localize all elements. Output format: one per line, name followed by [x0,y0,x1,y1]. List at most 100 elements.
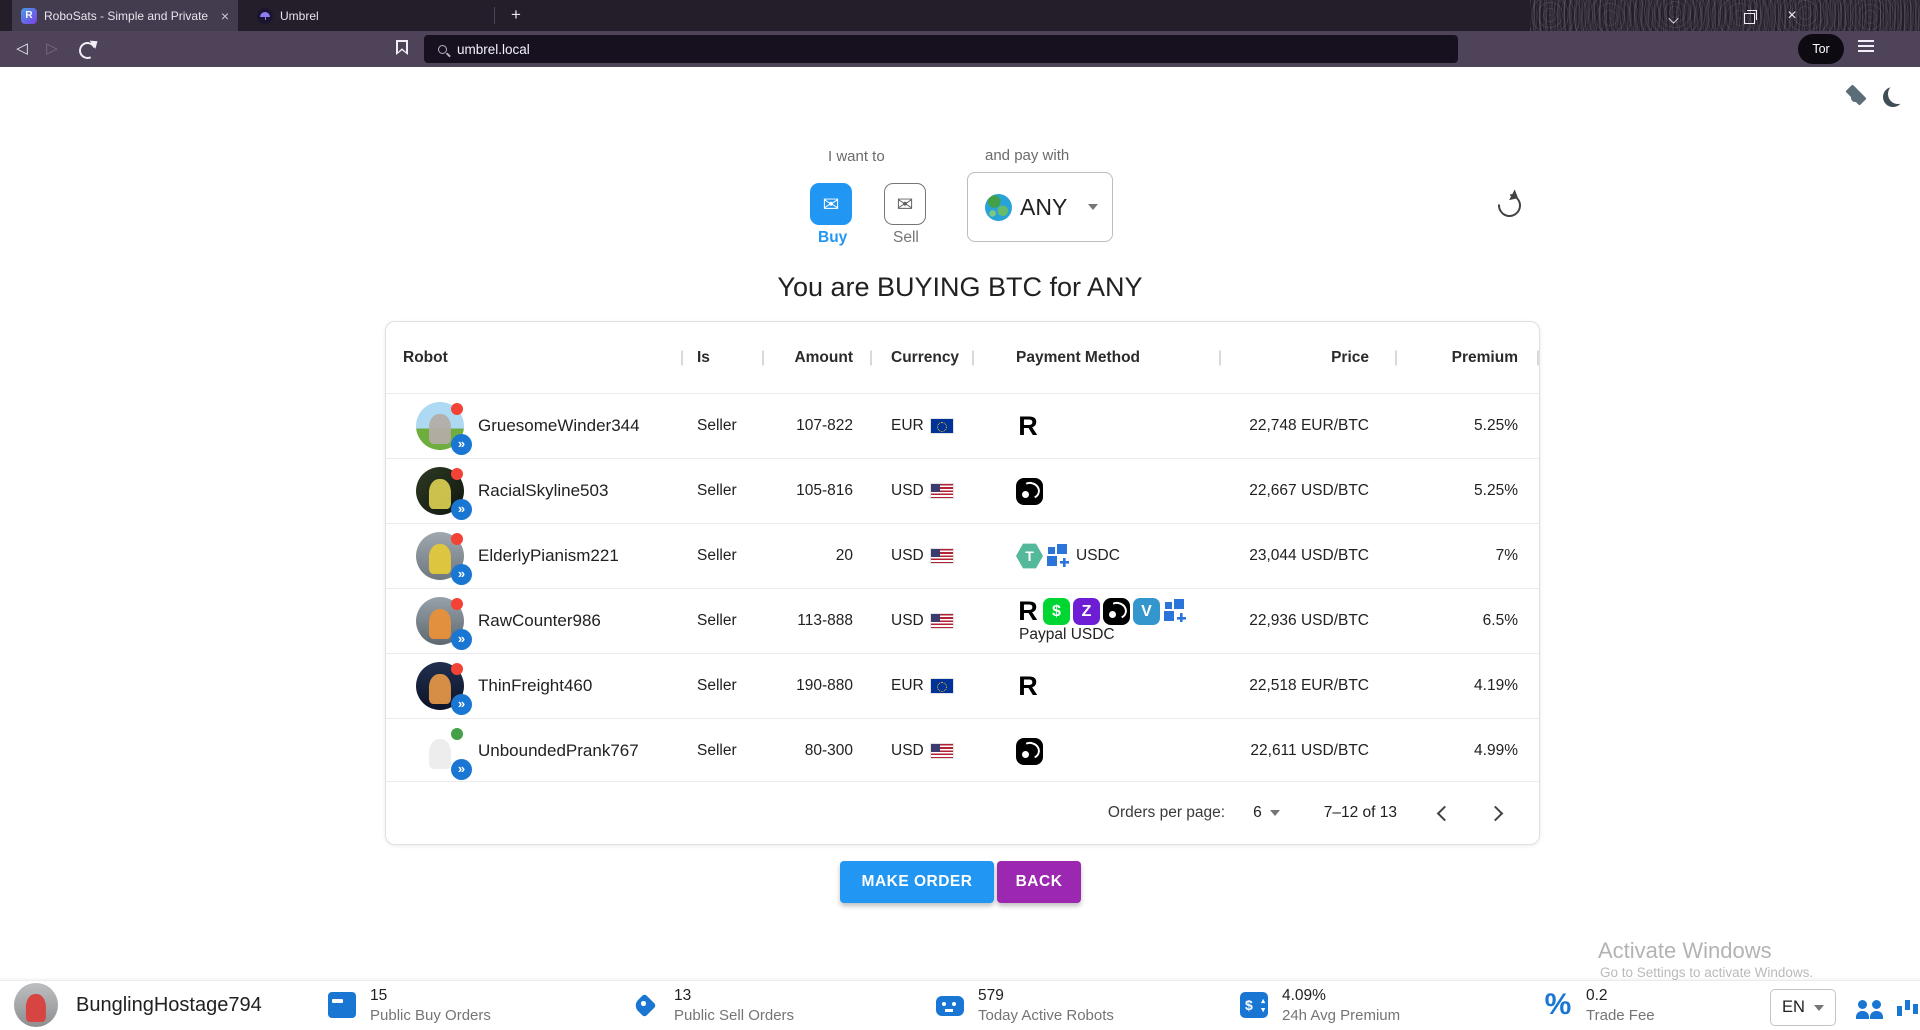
currency-flag-icon [931,614,953,628]
payment-text: Paypal USDC [1019,626,1115,644]
comet-payment-icon [1016,738,1043,765]
buy-toggle-button[interactable]: ✉ [810,183,852,225]
url-bar[interactable]: umbrel.local [424,35,1458,63]
status-dot [451,663,463,675]
fast-trade-badge-icon: » [451,694,472,715]
order-amount: 80-300 [764,742,872,760]
currency-code: EUR [891,417,924,435]
fast-trade-badge-icon: » [451,499,472,520]
order-premium: 4.99% [1397,742,1539,760]
chevron-down-icon[interactable] [1270,810,1280,816]
robot-avatar: » [416,532,464,580]
menu-hamburger-icon[interactable] [1858,40,1874,54]
comet-payment-icon [1016,478,1043,505]
order-row[interactable]: » RacialSkyline503 Seller 105-816 USD 22… [386,458,1539,523]
tab-umbrel[interactable]: Umbrel [248,0,378,31]
buy-label: Buy [818,229,847,247]
orders-per-page-select[interactable]: 6 [1253,804,1262,822]
order-row[interactable]: » RawCounter986 Seller 113-888 USD R$ZV … [386,588,1539,653]
fast-trade-badge-icon: » [451,564,472,585]
buy-envelope-icon: ✉ [823,192,840,217]
window-restore-button[interactable] [1740,6,1760,26]
stat-value: 13 [674,986,794,1006]
payment-currency-select[interactable]: ANY [967,172,1113,242]
order-side: Seller [683,417,764,435]
tab-separator [494,7,495,24]
close-tab-icon[interactable]: × [221,8,229,24]
cashapp-payment-icon: $ [1043,598,1070,625]
column-header-payment-method[interactable]: Payment Method [974,349,1221,367]
url-text: umbrel.local [457,42,530,57]
community-people-icon[interactable] [1856,1000,1884,1022]
umbrel-favicon-icon [257,8,273,24]
column-header-currency[interactable]: Currency [872,349,974,367]
tab-robosats[interactable]: R RoboSats - Simple and Private Bit × [12,0,238,31]
column-header-premium[interactable]: Premium [1397,349,1539,367]
order-row[interactable]: » ElderlyPianism221 Seller 20 USD T USDC… [386,523,1539,588]
back-button[interactable]: ◁ [12,39,32,59]
orders-per-page-label: Orders per page: [1108,804,1225,822]
back-button-page[interactable]: BACK [997,861,1081,903]
revolut-payment-icon: R [1016,413,1040,440]
tether-payment-icon: T [1016,543,1043,570]
robot-nickname: ThinFreight460 [478,676,592,696]
column-header-price[interactable]: Price [1221,349,1397,367]
order-price: 23,044 USD/BTC [1221,547,1397,565]
refresh-orders-button[interactable] [1497,193,1521,217]
column-header-is[interactable]: Is [683,349,764,367]
order-row[interactable]: » GruesomeWinder344 Seller 107-822 EUR R… [386,393,1539,458]
stat-24h-avg-premium: $ 4.09% 24h Avg Premium [1240,986,1400,1026]
current-robot[interactable]: BunglingHostage794 [14,983,262,1027]
order-price: 22,518 EUR/BTC [1221,677,1397,695]
order-book-card: Robot Is Amount Currency Payment Method … [385,321,1540,845]
stat-public-buy-orders: 15 Public Buy Orders [328,986,491,1026]
table-body: » GruesomeWinder344 Seller 107-822 EUR R… [386,393,1539,783]
learn-robosats-icon[interactable] [1843,85,1871,105]
order-currency: USD [872,742,974,760]
language-select[interactable]: EN [1770,989,1836,1026]
robot-nickname: GruesomeWinder344 [478,416,640,436]
activate-windows-watermark-sub: Go to Settings to activate Windows. [1600,965,1813,980]
order-premium: 5.25% [1397,417,1539,435]
order-currency: EUR [872,417,974,435]
order-side: Seller [683,677,764,695]
order-row[interactable]: » UnboundedPrank767 Seller 80-300 USD 22… [386,718,1539,783]
new-tab-button[interactable]: + [504,3,528,27]
order-side: Seller [683,482,764,500]
column-header-robot[interactable]: Robot [386,349,683,367]
forward-button[interactable]: ▷ [42,39,62,59]
revolut-payment-icon: R [1016,598,1040,625]
window-close-button[interactable]: × [1782,6,1802,26]
payment-methods [974,738,1221,765]
previous-page-button[interactable] [1437,805,1453,821]
exchange-summary-chart-icon[interactable] [1896,997,1918,1019]
sell-envelope-icon: ✉ [897,192,914,217]
stat-label: 24h Avg Premium [1282,1006,1400,1026]
reload-button[interactable] [76,39,96,59]
percent-icon: % [1544,992,1572,1020]
order-price: 22,611 USD/BTC [1221,742,1397,760]
current-robot-name: BunglingHostage794 [76,994,262,1017]
column-header-amount[interactable]: Amount [764,349,872,367]
dark-mode-toggle-icon[interactable] [1888,84,1908,104]
tor-circuit-button[interactable]: Tor [1798,34,1844,64]
order-premium: 7% [1397,547,1539,565]
currency-flag-icon [931,744,953,758]
window-minimize-button[interactable] [1664,6,1684,26]
currency-code: USD [891,547,924,565]
bottom-status-bar: BunglingHostage794 15 Public Buy Orders … [0,980,1920,1030]
page-title: You are BUYING BTC for ANY [0,272,1920,303]
next-page-button[interactable] [1488,805,1504,821]
comet-payment-icon [1103,598,1130,625]
bookmark-icon[interactable] [396,40,408,55]
make-order-button[interactable]: MAKE ORDER [840,861,994,903]
order-row[interactable]: » ThinFreight460 Seller 190-880 EUR R 22… [386,653,1539,718]
stat-label: Trade Fee [1586,1006,1655,1026]
payment-methods: R [974,413,1221,440]
status-dot [451,533,463,545]
order-amount: 113-888 [764,612,872,630]
sell-toggle-button[interactable]: ✉ [884,183,926,225]
language-value: EN [1782,998,1805,1017]
nav-bar: ◁ ▷ umbrel.local Tor [0,31,1920,67]
status-dot [451,598,463,610]
